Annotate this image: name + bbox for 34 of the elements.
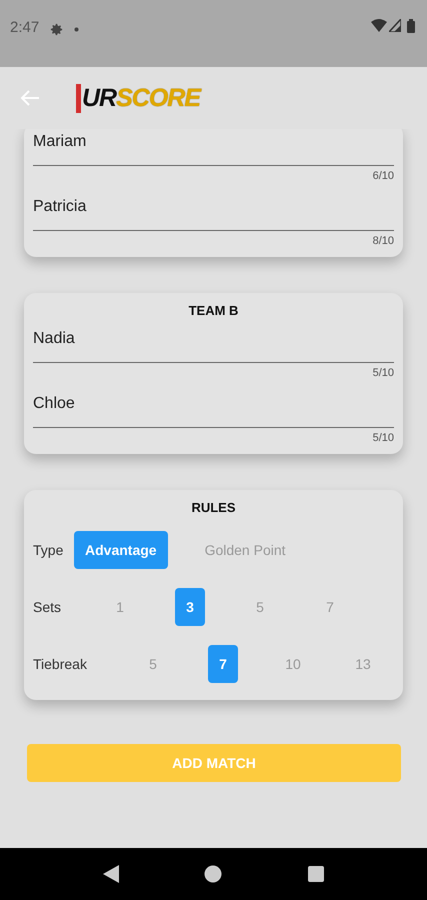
home-icon[interactable]: [204, 865, 222, 883]
character-counter: 6/10: [372, 170, 394, 182]
clock: 2:47: [10, 19, 40, 36]
gear-icon: [49, 22, 64, 37]
rule-label: Sets: [33, 598, 62, 614]
option-button[interactable]: 7: [315, 588, 345, 626]
character-counter: 5/10: [372, 432, 394, 444]
recents-icon[interactable]: [308, 866, 324, 882]
rule-label: Type: [33, 542, 64, 558]
option-button[interactable]: Advantage: [74, 530, 168, 568]
logo: URSCORE: [76, 84, 200, 112]
dot-icon: [74, 27, 80, 32]
character-counter: 5/10: [372, 367, 394, 379]
battery-icon: [407, 19, 415, 33]
add-match-button[interactable]: ADD MATCH: [27, 744, 401, 782]
player-name-field[interactable]: Nadia: [33, 320, 394, 363]
signal-icon: [389, 19, 401, 32]
card-title: RULES: [190, 500, 237, 515]
back-icon[interactable]: [102, 865, 119, 883]
wifi-icon: [371, 19, 387, 32]
option-button[interactable]: 10: [278, 644, 308, 682]
player-name-field[interactable]: Patricia: [33, 188, 394, 231]
option-button[interactable]: 3: [175, 588, 205, 626]
option-button[interactable]: 1: [105, 588, 135, 626]
player-name-field[interactable]: Chloe: [33, 385, 394, 428]
player-name-field[interactable]: Mariam: [33, 129, 394, 166]
option-button[interactable]: Golden Point: [194, 530, 297, 568]
option-button[interactable]: 5: [245, 588, 275, 626]
rule-label: Tiebreak: [33, 656, 88, 672]
option-button[interactable]: 7: [208, 644, 238, 682]
option-button[interactable]: 13: [348, 644, 378, 682]
option-button[interactable]: 5: [138, 644, 168, 682]
card-title: TEAM B: [188, 303, 240, 318]
character-counter: 8/10: [372, 235, 394, 247]
